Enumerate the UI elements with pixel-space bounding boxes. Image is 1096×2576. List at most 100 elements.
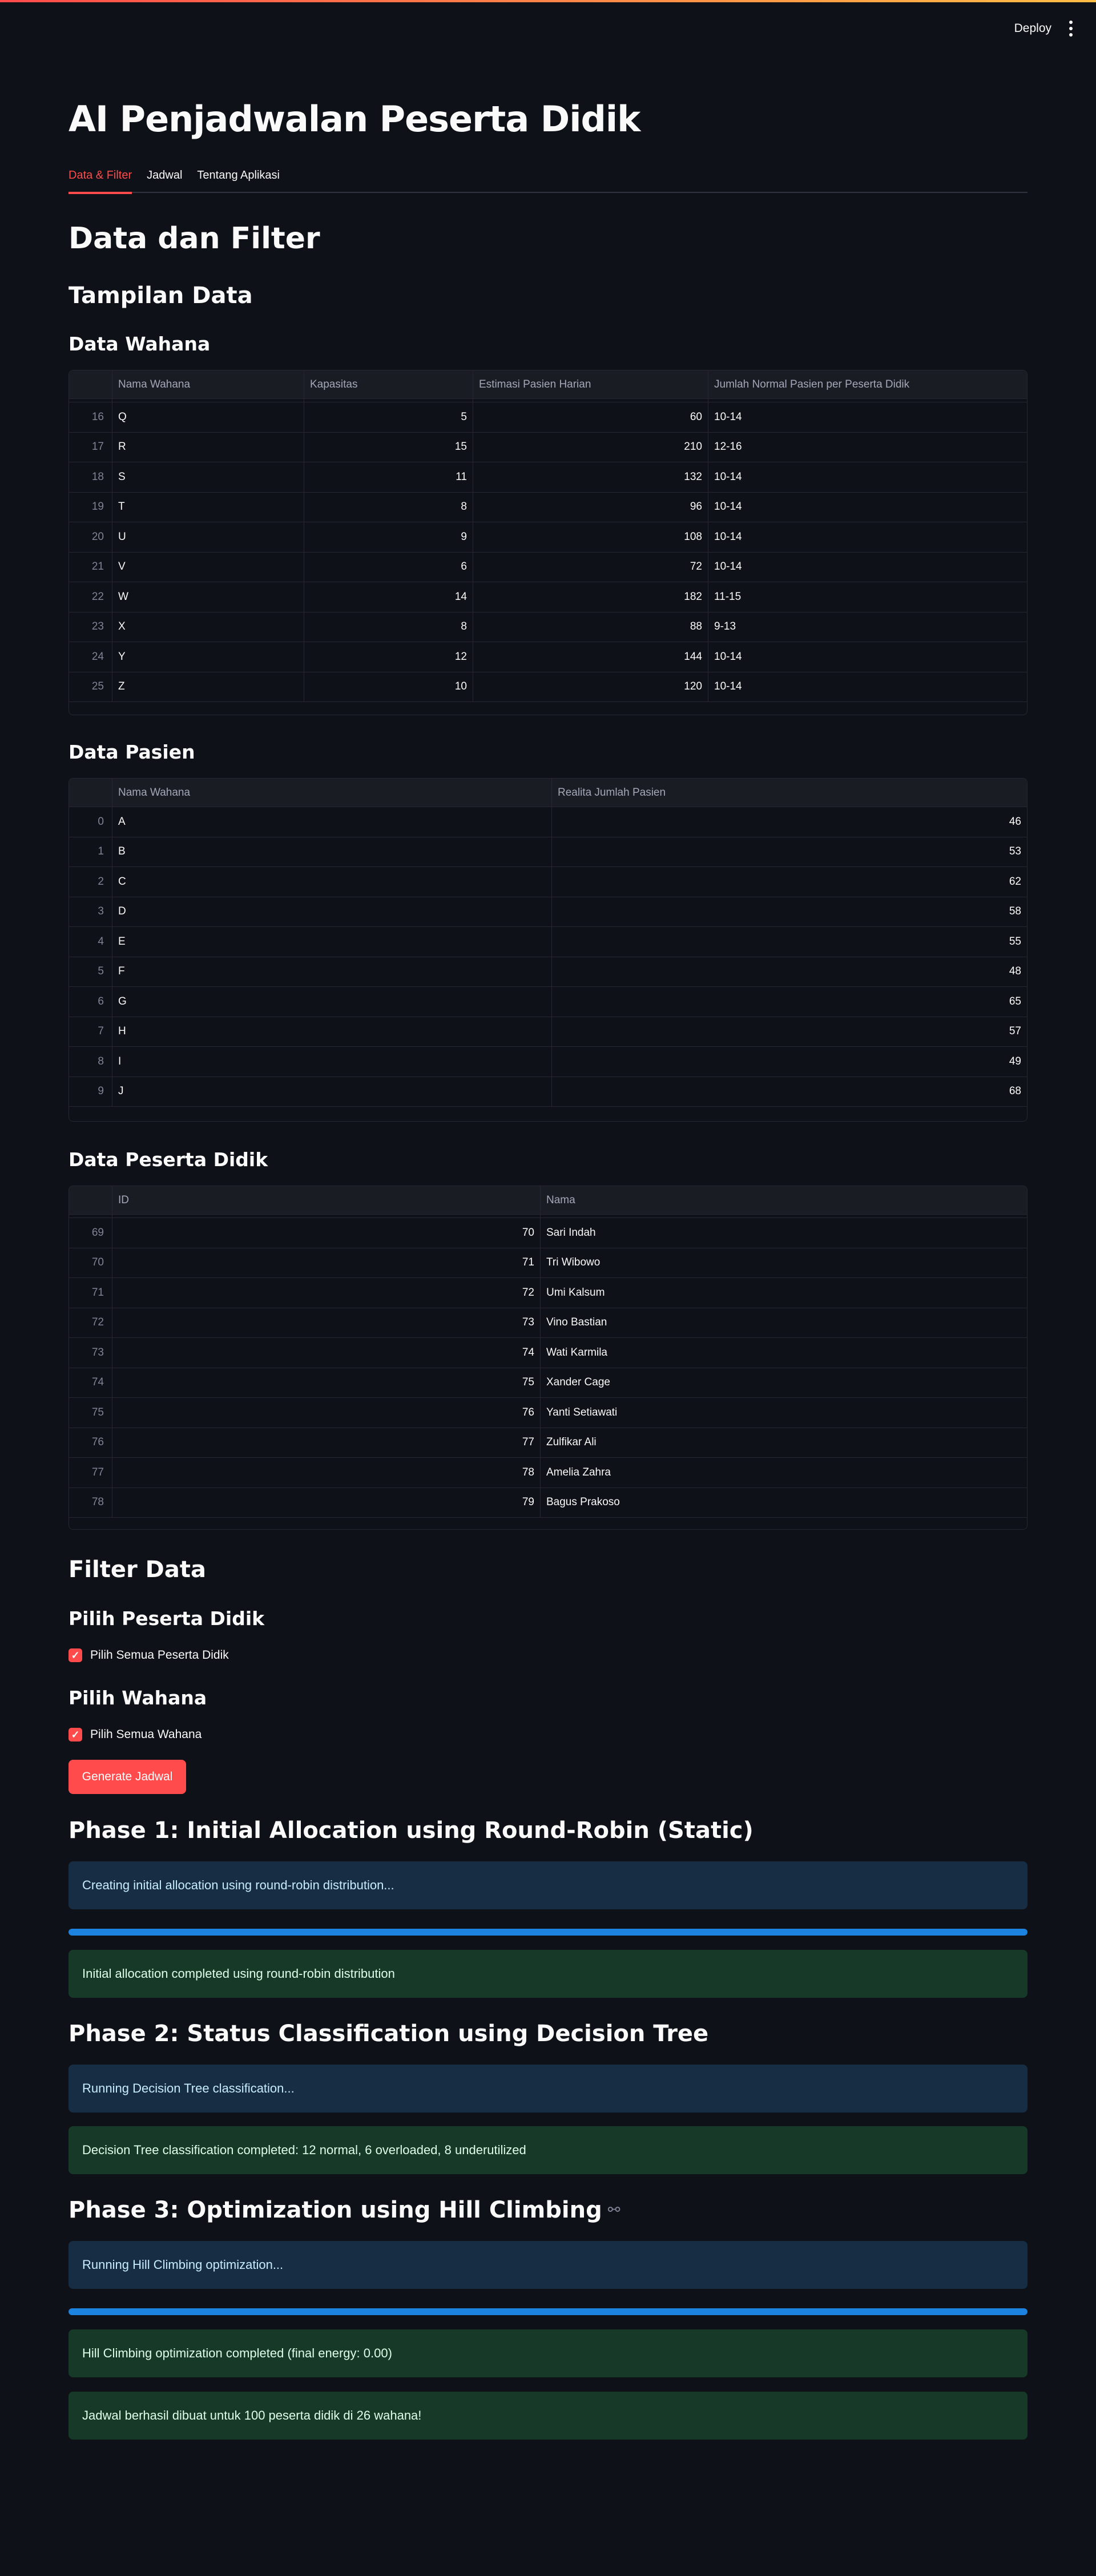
table-row[interactable]: 76 77 Zulfikar Ali	[69, 1428, 1027, 1458]
table-row[interactable]: 78 79 Bagus Prakoso	[69, 1487, 1027, 1518]
table-cell[interactable]: G	[112, 987, 552, 1017]
table-cell[interactable]: R	[112, 432, 304, 462]
table-cell[interactable]: 10-14	[708, 672, 1027, 702]
generate-jadwal-button[interactable]: Generate Jadwal	[68, 1760, 186, 1794]
column-header[interactable]: ID	[112, 1186, 541, 1214]
deploy-button[interactable]: Deploy	[1014, 22, 1051, 35]
table-cell[interactable]: U	[112, 522, 304, 552]
table-cell[interactable]: 11-15	[708, 582, 1027, 612]
table-cell[interactable]: 48	[552, 957, 1027, 987]
table-cell[interactable]: D	[112, 897, 552, 926]
table-cell[interactable]: Umi Kalsum	[541, 1278, 1027, 1308]
table-cell[interactable]: 10-14	[708, 402, 1027, 432]
table-row[interactable]: 25 Z 10 120 10-14	[69, 672, 1027, 702]
table-cell[interactable]: Tri Wibowo	[541, 1248, 1027, 1278]
table-cell[interactable]: 10	[304, 672, 473, 702]
table-cell[interactable]: Sari Indah	[541, 1218, 1027, 1248]
table-cell[interactable]: 78	[112, 1458, 541, 1487]
table-cell[interactable]: Bagus Prakoso	[541, 1488, 1027, 1518]
table-cell[interactable]: 68	[552, 1077, 1027, 1107]
table-cell[interactable]: F	[112, 957, 552, 986]
table-cell[interactable]: H	[112, 1017, 552, 1046]
table-cell[interactable]: 12	[304, 642, 473, 672]
table-cell[interactable]: 120	[473, 672, 708, 702]
table-cell[interactable]: 6	[304, 552, 473, 582]
table-row[interactable]: 71 72 Umi Kalsum	[69, 1278, 1027, 1308]
table-cell[interactable]: J	[112, 1077, 552, 1106]
table-cell[interactable]: 9-13	[708, 612, 1027, 642]
table-cell[interactable]: C	[112, 867, 552, 897]
anchor-link-icon[interactable]: ⚯	[608, 2202, 620, 2219]
table-cell[interactable]: 5	[304, 402, 473, 432]
column-header[interactable]: Nama Wahana	[112, 370, 304, 398]
table-cell[interactable]: 182	[473, 582, 708, 612]
table-cell[interactable]: W	[112, 582, 304, 612]
table-row[interactable]: 23 X 8 88 9-13	[69, 612, 1027, 642]
table-cell[interactable]: Wati Karmila	[541, 1338, 1027, 1368]
column-header[interactable]: Jumlah Normal Pasien per Peserta Didik	[708, 370, 1027, 398]
table-row[interactable]: 9 J 68	[69, 1077, 1027, 1107]
table-cell[interactable]: 132	[473, 462, 708, 492]
table-row[interactable]: 77 78 Amelia Zahra	[69, 1458, 1027, 1488]
table-cell[interactable]: 46	[552, 807, 1027, 837]
table-cell[interactable]: I	[112, 1047, 552, 1077]
table-row[interactable]: 18 S 11 132 10-14	[69, 462, 1027, 493]
more-vertical-icon[interactable]	[1069, 21, 1073, 37]
table-cell[interactable]: 55	[552, 927, 1027, 957]
table-row[interactable]: 5 F 48	[69, 957, 1027, 987]
table-row[interactable]: 16 Q 5 60 10-14	[69, 402, 1027, 433]
table-row[interactable]: 73 74 Wati Karmila	[69, 1338, 1027, 1368]
table-cell[interactable]: 79	[112, 1487, 541, 1517]
table-cell[interactable]: 72	[112, 1278, 541, 1308]
table-cell[interactable]: 10-14	[708, 642, 1027, 672]
table-cell[interactable]: B	[112, 837, 552, 866]
table-cell[interactable]: 88	[473, 612, 708, 642]
table-row[interactable]: 75 76 Yanti Setiawati	[69, 1398, 1027, 1428]
table-cell[interactable]: A	[112, 807, 552, 837]
table-row[interactable]: 24 Y 12 144 10-14	[69, 642, 1027, 672]
table-cell[interactable]: Amelia Zahra	[541, 1458, 1027, 1487]
table-cell[interactable]: 70	[112, 1218, 541, 1248]
table-row[interactable]: 70 71 Tri Wibowo	[69, 1248, 1027, 1278]
table-cell[interactable]: 76	[112, 1398, 541, 1428]
table-cell[interactable]: Vino Bastian	[541, 1308, 1027, 1338]
table-cell[interactable]: 71	[112, 1248, 541, 1277]
tab-tentang-aplikasi[interactable]: Tentang Aplikasi	[197, 166, 280, 193]
table-cell[interactable]: 65	[552, 987, 1027, 1017]
table-row[interactable]: 22 W 14 182 11-15	[69, 582, 1027, 612]
peserta-table[interactable]: ID Nama 69 70 Sari Indah 70 71 Tri Wibowo 71 72…	[68, 1186, 1028, 1530]
column-header[interactable]: Realita Jumlah Pasien	[552, 779, 1027, 807]
table-cell[interactable]: 49	[552, 1047, 1027, 1077]
select-all-peserta-checkbox[interactable]: ✓ Pilih Semua Peserta Didik	[68, 1648, 229, 1662]
column-header[interactable]: Nama Wahana	[112, 779, 552, 807]
table-row[interactable]: 7 H 57	[69, 1017, 1027, 1047]
table-cell[interactable]: 9	[304, 522, 473, 552]
table-row[interactable]: 19 T 8 96 10-14	[69, 492, 1027, 522]
pasien-table[interactable]: Nama Wahana Realita Jumlah Pasien 0 A 46 1 B…	[68, 778, 1028, 1122]
table-cell[interactable]: 57	[552, 1017, 1027, 1047]
select-all-wahana-checkbox[interactable]: ✓ Pilih Semua Wahana	[68, 1728, 202, 1741]
table-cell[interactable]: Xander Cage	[541, 1368, 1027, 1398]
column-header[interactable]: Nama	[541, 1186, 1027, 1214]
column-header[interactable]: Kapasitas	[304, 370, 473, 398]
table-cell[interactable]: 108	[473, 522, 708, 552]
table-cell[interactable]: 14	[304, 582, 473, 612]
table-cell[interactable]: Zulfikar Ali	[541, 1428, 1027, 1458]
table-row[interactable]: 72 73 Vino Bastian	[69, 1308, 1027, 1338]
table-cell[interactable]: 53	[552, 837, 1027, 867]
table-cell[interactable]: 210	[473, 432, 708, 462]
table-row[interactable]: 20 U 9 108 10-14	[69, 522, 1027, 553]
table-cell[interactable]: 10-14	[708, 553, 1027, 582]
table-cell[interactable]: 10-14	[708, 493, 1027, 522]
table-cell[interactable]: 10-14	[708, 462, 1027, 492]
table-cell[interactable]: 8	[304, 492, 473, 522]
table-cell[interactable]: 77	[112, 1428, 541, 1457]
column-header[interactable]: Estimasi Pasien Harian	[473, 370, 708, 398]
table-cell[interactable]: X	[112, 612, 304, 642]
table-row[interactable]: 3 D 58	[69, 897, 1027, 927]
table-cell[interactable]: 12-16	[708, 433, 1027, 462]
table-row[interactable]: 21 V 6 72 10-14	[69, 552, 1027, 582]
table-row[interactable]: 1 B 53	[69, 837, 1027, 867]
table-row[interactable]: 0 A 46	[69, 807, 1027, 837]
table-cell[interactable]: 75	[112, 1368, 541, 1397]
